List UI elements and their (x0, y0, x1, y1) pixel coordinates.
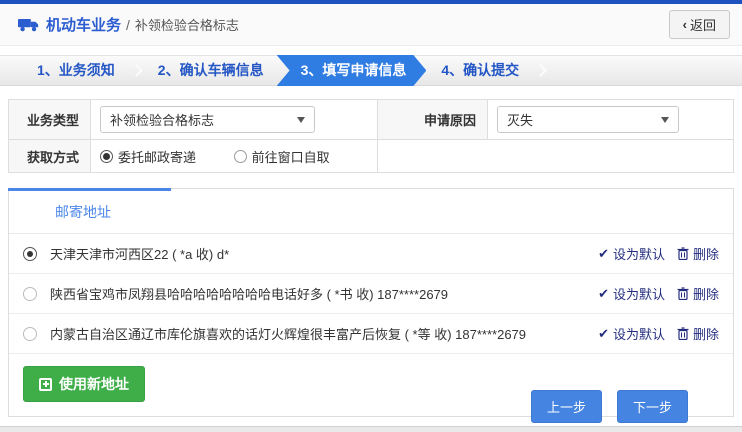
wizard-footer: 上一步 下一步 (531, 390, 688, 423)
delete-label: 删除 (693, 284, 719, 303)
step-3-fill-application[interactable]: 3、填写申请信息 (277, 55, 427, 86)
delivery-option-postal[interactable]: 委托邮政寄递 (100, 147, 196, 166)
check-icon: ✔ (598, 286, 609, 302)
radio-checked-icon (100, 150, 113, 163)
address-row: 天津天津市河西区22 ( *a 收) d* ✔ 设为默认 删除 (9, 234, 733, 274)
header: 机动车业务 / 补领检验合格标志 ‹ 返回 (0, 4, 742, 46)
address-radio[interactable] (23, 287, 37, 301)
trash-icon (677, 327, 689, 340)
delete-link[interactable]: 删除 (677, 244, 719, 263)
address-row: 陕西省宝鸡市凤翔县哈哈哈哈哈哈哈哈电话好多 ( *书 收) 187****267… (9, 274, 733, 314)
set-default-label: 设为默认 (613, 324, 665, 343)
use-new-address-label: 使用新地址 (59, 374, 129, 394)
chevron-right-icon (534, 64, 547, 77)
breadcrumb-primary: 机动车业务 (46, 14, 121, 35)
truck-icon (18, 17, 40, 33)
set-default-link[interactable]: ✔ 设为默认 (598, 324, 665, 343)
address-radio-selected[interactable] (23, 247, 37, 261)
apply-reason-select[interactable]: 灭失 (497, 106, 679, 133)
delete-label: 删除 (693, 244, 719, 263)
step-2-confirm-vehicle[interactable]: 2、确认车辆信息 (145, 55, 277, 86)
panel-accent-line (8, 188, 171, 191)
check-icon: ✔ (598, 326, 609, 342)
use-new-address-button[interactable]: 使用新地址 (23, 366, 145, 402)
plus-icon (39, 378, 52, 391)
previous-step-button[interactable]: 上一步 (531, 390, 602, 423)
address-text: 陕西省宝鸡市凤翔县哈哈哈哈哈哈哈哈电话好多 ( *书 收) 187****267… (50, 284, 598, 303)
delete-label: 删除 (693, 324, 719, 343)
set-default-link[interactable]: ✔ 设为默认 (598, 284, 665, 303)
address-row: 内蒙古自治区通辽市库伦旗喜欢的话灯火辉煌很丰富产后恢复 ( *等 收) 187*… (9, 314, 733, 354)
back-button-label: 返回 (690, 15, 716, 34)
business-type-label: 业务类型 (9, 100, 91, 140)
step-1-notice[interactable]: 1、业务须知 (24, 55, 128, 86)
back-button[interactable]: ‹ 返回 (669, 10, 730, 39)
apply-reason-value: 灭失 (507, 110, 533, 129)
next-step-button[interactable]: 下一步 (617, 390, 688, 423)
delete-link[interactable]: 删除 (677, 284, 719, 303)
check-icon: ✔ (598, 246, 609, 262)
address-radio[interactable] (23, 327, 37, 341)
dropdown-arrow-icon (661, 117, 669, 123)
mailing-address-panel: 邮寄地址 天津天津市河西区22 ( *a 收) d* ✔ 设为默认 删除 (8, 188, 734, 417)
breadcrumb-separator: / (126, 17, 130, 33)
delivery-option-pickup[interactable]: 前往窗口自取 (234, 147, 330, 166)
apply-reason-label: 申请原因 (378, 100, 488, 140)
trash-icon (677, 287, 689, 300)
mailing-address-title: 邮寄地址 (9, 189, 733, 234)
set-default-label: 设为默认 (613, 244, 665, 263)
delivery-option-postal-label: 委托邮政寄递 (118, 147, 196, 166)
delivery-option-pickup-label: 前往窗口自取 (252, 147, 330, 166)
set-default-label: 设为默认 (613, 284, 665, 303)
radio-unchecked-icon (234, 150, 247, 163)
business-type-value: 补领检验合格标志 (110, 110, 214, 129)
back-chevron-icon: ‹ (683, 17, 687, 32)
address-text: 天津天津市河西区22 ( *a 收) d* (50, 244, 598, 263)
chevron-right-icon (130, 64, 143, 77)
step-navigation: 1、业务须知 2、确认车辆信息 3、填写申请信息 4、确认提交 (0, 55, 742, 86)
breadcrumb-secondary: 补领检验合格标志 (135, 15, 239, 34)
step-4-confirm-submit[interactable]: 4、确认提交 (428, 55, 532, 86)
set-default-link[interactable]: ✔ 设为默认 (598, 244, 665, 263)
delete-link[interactable]: 删除 (677, 324, 719, 343)
dropdown-arrow-icon (297, 117, 305, 123)
delivery-method-label: 获取方式 (9, 140, 91, 173)
business-type-select[interactable]: 补领检验合格标志 (100, 106, 315, 133)
trash-icon (677, 247, 689, 260)
address-text: 内蒙古自治区通辽市库伦旗喜欢的话灯火辉煌很丰富产后恢复 ( *等 收) 187*… (50, 324, 598, 343)
bottom-divider (0, 426, 742, 432)
application-form: 业务类型 补领检验合格标志 申请原因 灭失 获取方式 委托邮政寄递 (8, 99, 734, 173)
